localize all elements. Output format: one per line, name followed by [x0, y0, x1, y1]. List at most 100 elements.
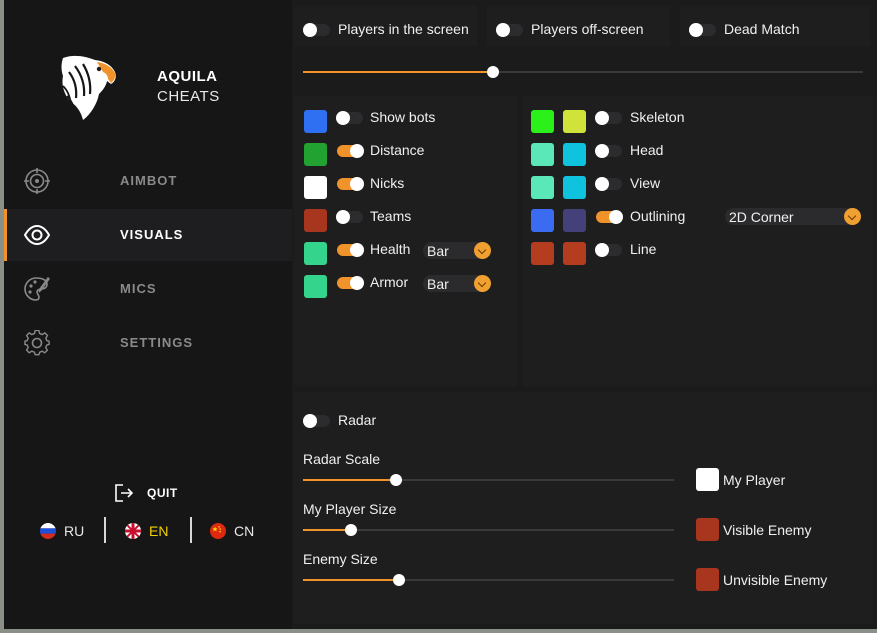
- show-bots-color-swatch[interactable]: [304, 110, 327, 133]
- armor-label: Armor: [370, 274, 409, 290]
- armor-toggle[interactable]: [337, 276, 364, 290]
- nav-item-settings[interactable]: SETTINGS: [4, 317, 292, 369]
- russia-flag-icon: [40, 523, 56, 539]
- outlining-mode-value: 2D Corner: [729, 209, 794, 225]
- nav-label-mics: MICS: [120, 281, 157, 296]
- dead-match-label: Dead Match: [724, 21, 800, 37]
- skeleton-toggle[interactable]: [595, 111, 622, 125]
- players-in-screen-toggle[interactable]: [303, 23, 330, 37]
- view-toggle[interactable]: [595, 177, 622, 191]
- armor-mode-value: Bar: [427, 276, 449, 292]
- view-color-swatch-2[interactable]: [563, 176, 586, 199]
- skeleton-label: Skeleton: [630, 109, 685, 125]
- health-mode-dropdown[interactable]: Bar: [423, 242, 491, 259]
- distance-toggle[interactable]: [337, 144, 364, 158]
- enemy-size-slider[interactable]: [303, 574, 674, 586]
- outlining-color-swatch-1[interactable]: [531, 209, 554, 232]
- nav-item-mics[interactable]: MICS: [4, 263, 292, 315]
- radar-scale-label: Radar Scale: [303, 451, 381, 467]
- palette-icon: [24, 276, 50, 301]
- radar-panel: Radar Radar Scale My Player Size Enemy S…: [294, 392, 873, 624]
- language-en-label: EN: [149, 523, 169, 539]
- health-label: Health: [370, 241, 411, 257]
- players-off-screen-toggle[interactable]: [496, 23, 523, 37]
- left-options-panel: Show bots Distance Nicks Teams Health Ba…: [294, 96, 517, 386]
- my-player-size-slider[interactable]: [303, 524, 674, 536]
- toggle-panel-dead-match: Dead Match: [680, 6, 870, 46]
- app-window: AQUILA CHEATS AIMBOT VISUALS MICS SETTIN…: [4, 0, 877, 629]
- armor-color-swatch[interactable]: [304, 275, 327, 298]
- nav-label-aimbot: AIMBOT: [120, 173, 178, 188]
- toggle-panel-players-off-screen: Players off-screen: [487, 6, 670, 46]
- health-mode-value: Bar: [427, 243, 449, 259]
- my-player-size-thumb[interactable]: [345, 524, 357, 536]
- skeleton-color-swatch-2[interactable]: [563, 110, 586, 133]
- brand-subtitle: CHEATS: [157, 88, 220, 105]
- top-slider[interactable]: [303, 66, 863, 78]
- unvisible-enemy-color-swatch[interactable]: [696, 568, 719, 591]
- nicks-toggle[interactable]: [337, 177, 364, 191]
- teams-toggle[interactable]: [336, 210, 363, 224]
- nav-label-visuals: VISUALS: [120, 227, 184, 242]
- head-color-swatch-1[interactable]: [531, 143, 554, 166]
- armor-mode-dropdown[interactable]: Bar: [423, 275, 491, 292]
- exit-icon: [115, 484, 134, 502]
- nav-item-visuals[interactable]: VISUALS: [4, 209, 292, 261]
- china-flag-icon: [210, 523, 226, 539]
- view-color-swatch-1[interactable]: [531, 176, 554, 199]
- nav-item-aimbot[interactable]: AIMBOT: [4, 155, 292, 207]
- unvisible-enemy-color-label: Unvisible Enemy: [723, 572, 828, 588]
- visible-enemy-color-label: Visible Enemy: [723, 522, 812, 538]
- outlining-color-swatch-2[interactable]: [563, 209, 586, 232]
- sidebar: AQUILA CHEATS AIMBOT VISUALS MICS SETTIN…: [4, 0, 292, 629]
- toggle-panel-players-in-screen: Players in the screen: [294, 6, 477, 46]
- eagle-logo-icon: [61, 55, 116, 121]
- nicks-color-swatch[interactable]: [304, 176, 327, 199]
- enemy-size-thumb[interactable]: [393, 574, 405, 586]
- chevron-down-icon: [474, 275, 491, 292]
- teams-color-swatch[interactable]: [304, 209, 327, 232]
- nav-label-settings: SETTINGS: [120, 335, 194, 350]
- line-color-swatch-2[interactable]: [563, 242, 586, 265]
- head-color-swatch-2[interactable]: [563, 143, 586, 166]
- my-player-color-label: My Player: [723, 472, 786, 488]
- right-options-panel: Skeleton Head View Outlining 2D Corner L…: [523, 96, 873, 386]
- language-divider: [104, 517, 106, 543]
- my-player-color-swatch[interactable]: [696, 468, 719, 491]
- view-label: View: [630, 175, 661, 191]
- health-toggle[interactable]: [337, 243, 364, 257]
- head-toggle[interactable]: [595, 144, 622, 158]
- distance-label: Distance: [370, 142, 425, 158]
- show-bots-toggle[interactable]: [336, 111, 363, 125]
- my-player-size-label: My Player Size: [303, 501, 397, 517]
- outlining-mode-dropdown[interactable]: 2D Corner: [725, 208, 861, 225]
- nicks-label: Nicks: [370, 175, 405, 191]
- top-slider-fill: [303, 71, 493, 73]
- teams-label: Teams: [370, 208, 412, 224]
- radar-toggle[interactable]: [303, 414, 330, 428]
- enemy-size-label: Enemy Size: [303, 551, 378, 567]
- health-color-swatch[interactable]: [304, 242, 327, 265]
- distance-color-swatch[interactable]: [304, 143, 327, 166]
- brand-name: AQUILA: [157, 68, 218, 85]
- radar-scale-thumb[interactable]: [390, 474, 402, 486]
- head-label: Head: [630, 142, 664, 158]
- radar-label: Radar: [338, 412, 377, 428]
- line-toggle[interactable]: [595, 243, 622, 257]
- players-in-screen-label: Players in the screen: [338, 21, 469, 37]
- outlining-toggle[interactable]: [596, 210, 623, 224]
- chevron-down-icon: [474, 242, 491, 259]
- line-label: Line: [630, 241, 657, 257]
- line-color-swatch-1[interactable]: [531, 242, 554, 265]
- dead-match-toggle[interactable]: [689, 23, 716, 37]
- quit-label: QUIT: [147, 486, 178, 500]
- visible-enemy-color-swatch[interactable]: [696, 518, 719, 541]
- language-cn-label: CN: [234, 523, 255, 539]
- top-slider-thumb[interactable]: [487, 66, 499, 78]
- chevron-down-icon: [844, 208, 861, 225]
- language-divider: [190, 517, 192, 543]
- outlining-label: Outlining: [630, 208, 686, 224]
- radar-scale-slider[interactable]: [303, 474, 674, 486]
- skeleton-color-swatch-1[interactable]: [531, 110, 554, 133]
- show-bots-label: Show bots: [370, 109, 436, 125]
